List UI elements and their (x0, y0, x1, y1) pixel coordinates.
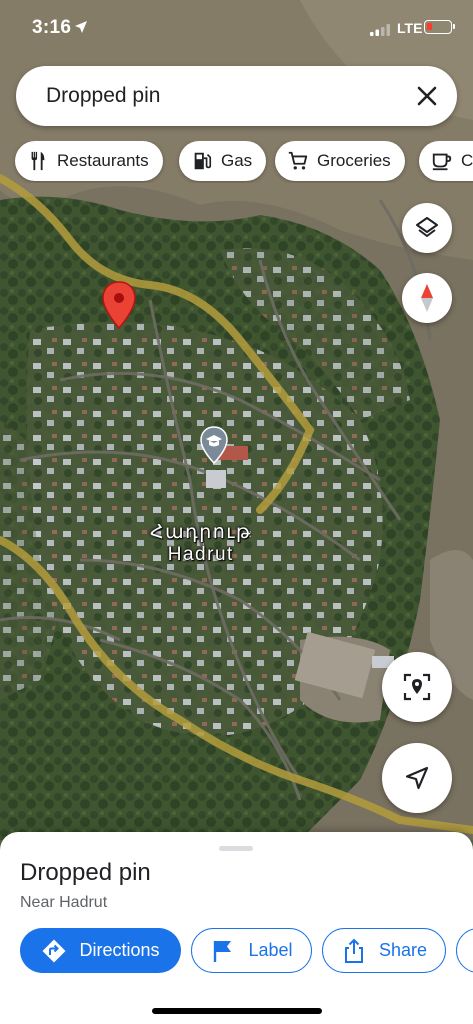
my-location-button[interactable] (382, 743, 452, 813)
place-title: Dropped pin (20, 859, 151, 886)
signal-strength-icon (370, 24, 390, 36)
compass-button[interactable] (402, 273, 452, 323)
location-services-icon (75, 21, 87, 33)
chip-gas[interactable]: Gas (179, 141, 267, 181)
town-label: Հադրութ Hadrut (150, 522, 252, 566)
battery-icon (424, 20, 455, 34)
layers-button[interactable] (402, 203, 452, 253)
action-buttons: Directions Label Share (0, 928, 473, 974)
fork-knife-icon (31, 151, 45, 171)
school-poi-marker[interactable] (199, 425, 229, 465)
status-time: 3:16 (32, 17, 72, 38)
flag-icon (214, 940, 232, 962)
place-bottom-sheet[interactable]: Dropped pin Near Hadrut Directions Label… (0, 832, 473, 1024)
chip-label: Gas (221, 151, 253, 170)
directions-button[interactable]: Directions (20, 928, 181, 973)
layers-icon (416, 217, 438, 237)
directions-icon (42, 939, 66, 962)
label-label: Label (248, 940, 293, 960)
chip-coffee[interactable]: Coffee (419, 141, 473, 181)
place-subtitle: Near Hadrut (20, 894, 108, 911)
sheet-grabber[interactable] (219, 846, 253, 851)
category-chips: Restaurants Gas Groceries Coffee (0, 141, 473, 183)
share-button[interactable]: Share (322, 928, 446, 973)
search-input[interactable]: Dropped pin (46, 84, 160, 108)
share-label: Share (378, 940, 428, 960)
chip-groceries[interactable]: Groceries (275, 141, 405, 181)
chip-restaurants[interactable]: Restaurants (15, 141, 163, 181)
town-label-latin: Hadrut (167, 544, 234, 565)
home-indicator (152, 1008, 322, 1014)
compass-icon (421, 284, 433, 312)
chip-label: Groceries (317, 151, 391, 170)
share-icon (344, 938, 363, 963)
status-bar: 3:16 LTE (0, 0, 473, 56)
dropped-pin-marker[interactable] (101, 280, 137, 330)
search-bar[interactable]: Dropped pin (16, 66, 457, 126)
explore-nearby-button[interactable] (382, 652, 452, 722)
navigation-arrow-icon (405, 766, 429, 790)
chip-label: Coffee (461, 151, 473, 170)
close-icon[interactable] (411, 80, 443, 112)
label-button[interactable]: Label (191, 928, 312, 973)
chip-label: Restaurants (57, 151, 149, 170)
network-type: LTE (397, 20, 423, 36)
location-pin-scan-icon (403, 673, 431, 701)
gas-station-icon (194, 152, 212, 170)
town-label-native: Հադրութ (150, 522, 252, 543)
cart-icon (288, 151, 308, 170)
directions-label: Directions (79, 940, 160, 960)
more-actions-button[interactable] (456, 928, 473, 973)
coffee-cup-icon (432, 153, 452, 171)
